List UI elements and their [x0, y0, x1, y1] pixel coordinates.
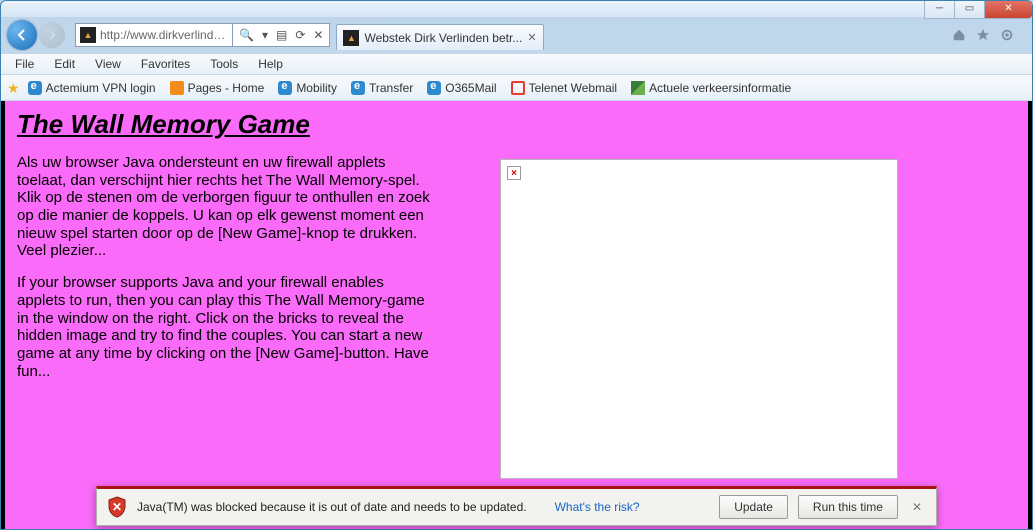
- broken-image-icon: ×: [507, 166, 521, 180]
- tab-favicon: ▲: [343, 30, 359, 46]
- bookmark-pages-home[interactable]: Pages - Home: [164, 79, 271, 97]
- notification-message: Java(TM) was blocked because it is out o…: [137, 500, 527, 514]
- minimize-button[interactable]: ─: [924, 0, 954, 19]
- tools-gear-icon[interactable]: [1000, 28, 1014, 42]
- browser-window: ─ ▭ ✕ ▲ http://www.dirkverlinde... 🔍 ▾ ▤…: [0, 0, 1033, 530]
- notification-bar: ✕ Java(TM) was blocked because it is out…: [96, 486, 937, 526]
- telenet-icon: [511, 81, 525, 95]
- tab-active[interactable]: ▲ Webstek Dirk Verlinden betr... ✕: [336, 24, 543, 50]
- notification-close-icon[interactable]: ✕: [908, 500, 926, 514]
- menu-favorites[interactable]: Favorites: [133, 55, 198, 73]
- bookmark-transfer[interactable]: Transfer: [345, 79, 419, 97]
- bookmark-label: Actuele verkeersinformatie: [649, 81, 791, 95]
- bookmark-actemium-vpn[interactable]: Actemium VPN login: [22, 79, 162, 97]
- traffic-icon: [631, 81, 645, 95]
- ie-icon: [278, 81, 292, 95]
- web-page: The Wall Memory Game Als uw browser Java…: [5, 101, 1028, 529]
- bookmark-label: Transfer: [369, 81, 413, 95]
- compat-view-icon[interactable]: ▤: [276, 28, 287, 42]
- title-bar: ─ ▭ ✕: [1, 1, 1032, 17]
- bookmark-mobility[interactable]: Mobility: [272, 79, 343, 97]
- page-title: The Wall Memory Game: [17, 109, 1016, 140]
- forward-button: [39, 22, 65, 48]
- menu-bar: File Edit View Favorites Tools Help: [1, 53, 1032, 75]
- bookmark-label: Pages - Home: [188, 81, 265, 95]
- home-icon[interactable]: [952, 28, 966, 42]
- ie-icon: [28, 81, 42, 95]
- paragraph-dutch: Als uw browser Java ondersteunt en uw fi…: [17, 154, 432, 260]
- bookmark-o365mail[interactable]: O365Mail: [421, 79, 502, 97]
- menu-help[interactable]: Help: [250, 55, 291, 73]
- address-controls: 🔍 ▾ ▤ ⟳ ✕: [233, 23, 330, 47]
- svg-text:✕: ✕: [112, 500, 122, 514]
- menu-tools[interactable]: Tools: [202, 55, 246, 73]
- menu-file[interactable]: File: [7, 55, 42, 73]
- arrow-left-icon: [14, 27, 30, 43]
- ie-icon: [427, 81, 441, 95]
- tab-close-icon[interactable]: ✕: [527, 31, 536, 44]
- favorites-bar: ★ Actemium VPN login Pages - Home Mobili…: [1, 75, 1032, 101]
- close-button[interactable]: ✕: [984, 0, 1032, 19]
- address-bar[interactable]: ▲ http://www.dirkverlinde...: [75, 23, 233, 47]
- content-viewport: The Wall Memory Game Als uw browser Java…: [1, 101, 1032, 529]
- tab-strip: ▲ Webstek Dirk Verlinden betr... ✕: [336, 20, 938, 50]
- ie-icon: [351, 81, 365, 95]
- tab-title: Webstek Dirk Verlinden betr...: [364, 31, 522, 45]
- arrow-right-icon: [46, 29, 58, 41]
- bookmark-label: O365Mail: [445, 81, 496, 95]
- nav-row: ▲ http://www.dirkverlinde... 🔍 ▾ ▤ ⟳ ✕ ▲…: [1, 17, 1032, 53]
- notification-link[interactable]: What's the risk?: [555, 500, 640, 514]
- bookmark-label: Mobility: [296, 81, 337, 95]
- site-favicon: ▲: [80, 27, 96, 43]
- menu-edit[interactable]: Edit: [46, 55, 83, 73]
- stop-icon[interactable]: ✕: [313, 28, 323, 42]
- sharepoint-icon: [170, 81, 184, 95]
- favorites-star-icon[interactable]: [976, 28, 990, 42]
- maximize-button[interactable]: ▭: [954, 0, 984, 19]
- refresh-icon[interactable]: ⟳: [295, 28, 305, 42]
- java-applet-placeholder: ×: [500, 159, 898, 479]
- paragraph-english: If your browser supports Java and your f…: [17, 274, 432, 380]
- run-this-time-button[interactable]: Run this time: [798, 495, 898, 519]
- address-text: http://www.dirkverlinde...: [100, 28, 228, 42]
- address-group: ▲ http://www.dirkverlinde... 🔍 ▾ ▤ ⟳ ✕: [67, 23, 330, 47]
- bookmark-verkeersinformatie[interactable]: Actuele verkeersinformatie: [625, 79, 797, 97]
- command-bar: [940, 28, 1026, 42]
- window-controls: ─ ▭ ✕: [924, 0, 1032, 19]
- update-button[interactable]: Update: [719, 495, 788, 519]
- search-dropdown-icon[interactable]: ▾: [262, 28, 268, 42]
- bookmark-telenet-webmail[interactable]: Telenet Webmail: [505, 79, 624, 97]
- bookmark-label: Telenet Webmail: [529, 81, 618, 95]
- back-button[interactable]: [7, 20, 37, 50]
- shield-icon: ✕: [107, 496, 127, 518]
- bookmark-label: Actemium VPN login: [46, 81, 156, 95]
- menu-view[interactable]: View: [87, 55, 129, 73]
- add-favorite-icon[interactable]: ★: [7, 81, 20, 95]
- search-icon[interactable]: 🔍: [239, 28, 254, 42]
